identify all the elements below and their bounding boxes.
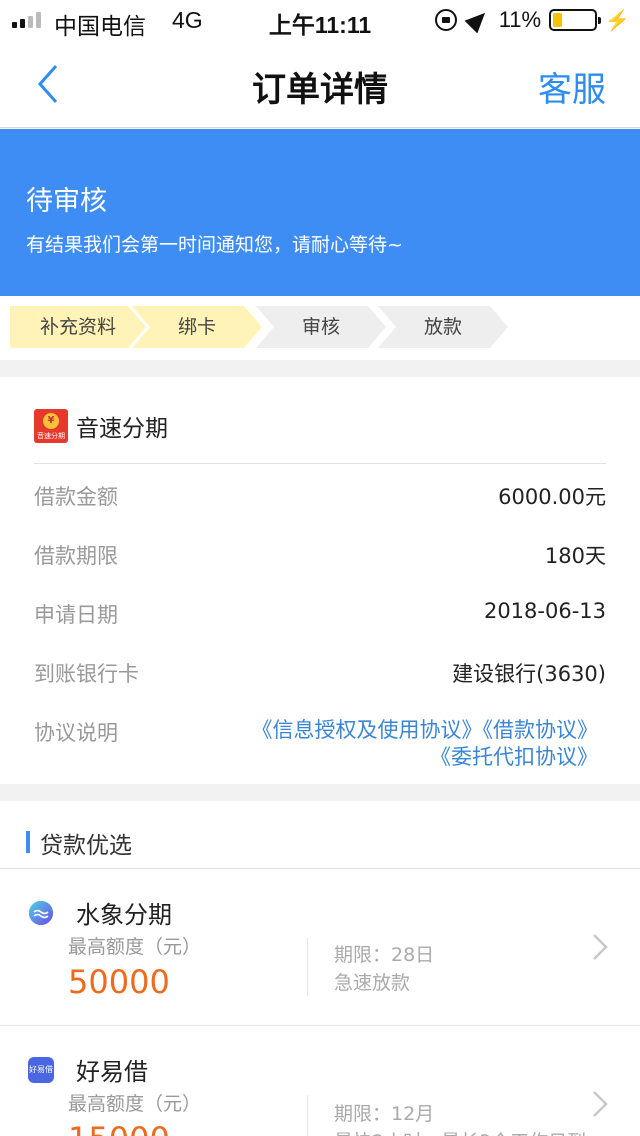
info-authorization-agreement-link[interactable]: 《信息授权及使用协议》 [252, 718, 483, 742]
loan-item-shuixiang[interactable]: 水象分期 最高额度（元） 50000 期限：28日 急速放款 [0, 870, 640, 1026]
loan-tag: 最快2小时，最长3个工作日到 [334, 1127, 586, 1136]
chevron-right-icon [593, 1091, 608, 1117]
progress-steps: 补充资料 绑卡 审核 放款 [0, 296, 640, 360]
bank-card-value: 建设银行(3630) [452, 662, 606, 686]
product-name: 音速分期 [76, 416, 168, 442]
location-icon [464, 6, 492, 34]
divider [34, 463, 606, 464]
loan-name: 好易借 [76, 1058, 148, 1086]
haoyijie-logo-icon: 好易借 [28, 1057, 54, 1083]
max-quota-value: 50000 [68, 963, 170, 1001]
max-quota-value: 15000 [68, 1120, 170, 1136]
step-label: 审核 [301, 316, 340, 338]
section-accent-bar [26, 831, 30, 853]
max-quota-label: 最高额度（元） [68, 936, 202, 958]
recommended-loans-section: 贷款优选 水象分期 最高额度（元） 50000 期限：28日 急速放款 好易借 … [0, 801, 640, 1136]
step-label: 补充资料 [39, 316, 116, 338]
loan-term: 期限：28日 [334, 944, 435, 966]
bank-card-label: 到账银行卡 [34, 662, 139, 686]
status-title: 待审核 [26, 186, 107, 217]
apply-date-label: 申请日期 [34, 603, 118, 627]
battery-icon [549, 9, 602, 31]
loan-agreement-link[interactable]: 《借款协议》 [483, 718, 599, 742]
status-banner: 待审核 有结果我们会第一时间通知您，请耐心等待~ [0, 129, 640, 296]
step-label: 绑卡 [177, 316, 216, 338]
rotation-lock-icon [434, 9, 457, 31]
divider [307, 1095, 308, 1136]
section-title: 贷款优选 [40, 833, 132, 859]
water-wave-icon [29, 901, 53, 925]
loan-tag: 急速放款 [334, 972, 411, 994]
step-review: 审核 [256, 306, 386, 348]
step-supplement-info: 补充资料 [10, 306, 146, 348]
loan-term-value: 180天 [544, 544, 606, 568]
loan-term: 期限：12月 [334, 1103, 435, 1125]
customer-service-button[interactable]: 客服 [538, 62, 606, 111]
loan-name: 水象分期 [76, 901, 172, 929]
loan-term-label: 借款期限 [34, 544, 118, 568]
max-quota-label: 最高额度（元） [68, 1093, 202, 1115]
step-bind-card: 绑卡 [132, 306, 262, 348]
section-header: 贷款优选 [0, 801, 640, 869]
chevron-right-icon [593, 934, 608, 960]
loan-amount-value: 6000.00元 [498, 485, 606, 509]
loan-item-haoyijie[interactable]: 好易借 好易借 最高额度（元） 15000 期限：12月 最快2小时，最长3个工… [0, 1027, 640, 1136]
navigation-bar: 订单详情 客服 [0, 40, 640, 128]
status-bar: 中国电信 4G 上午11:11 11% ⚡ [0, 0, 640, 40]
agreement-label: 协议说明 [34, 721, 118, 745]
battery-percent: 11% [498, 7, 542, 32]
apply-date-value: 2018-06-13 [483, 599, 606, 623]
divider [307, 938, 308, 996]
charging-icon: ⚡ [605, 9, 630, 32]
status-message: 有结果我们会第一时间通知您，请耐心等待~ [26, 234, 403, 256]
agreement-links: 《信息授权及使用协议》《借款协议》 《委托代扣协议》 [252, 717, 599, 771]
step-label: 放款 [423, 316, 462, 338]
loan-amount-label: 借款金额 [34, 485, 118, 509]
order-detail-card: ¥ 音速分期 音速分期 借款金额 6000.00元 借款期限 180天 申请日期… [0, 377, 640, 784]
product-logo-icon: ¥ 音速分期 [34, 409, 68, 443]
step-disburse: 放款 [378, 306, 508, 348]
entrusted-deduction-agreement-link[interactable]: 《委托代扣协议》 [430, 745, 598, 769]
